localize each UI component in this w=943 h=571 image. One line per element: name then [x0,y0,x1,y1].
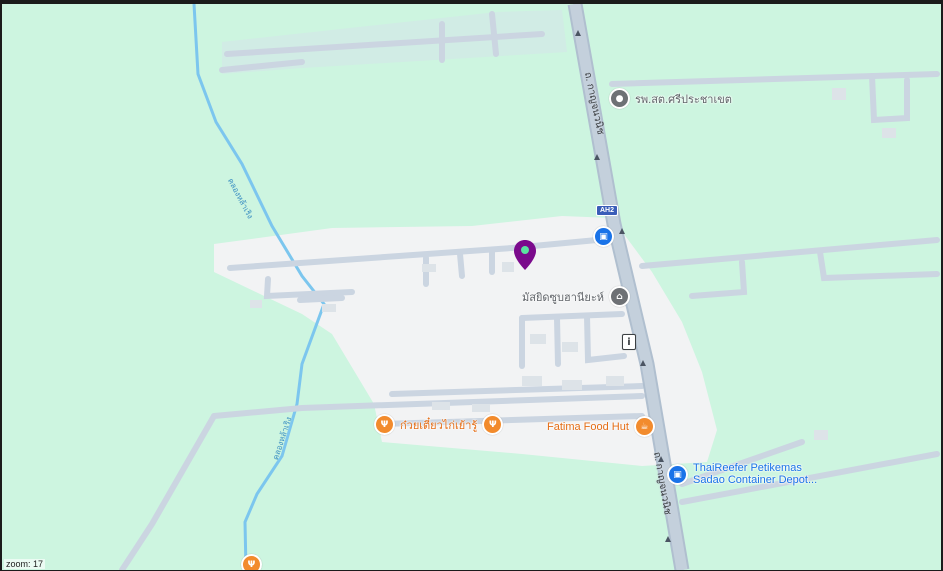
poi-thaireefer-label-line1: ThaiReefer Petikemas [693,462,802,474]
poi-info[interactable]: i [622,334,636,350]
poi-transit-top[interactable]: ▣ [593,226,614,247]
info-icon: i [622,334,636,350]
depot-lock-icon: ▣ [667,464,688,485]
poi-thaireefer-label: ThaiReefer Petikemas Sadao Container Dep… [693,462,817,486]
location-marker-icon[interactable] [514,240,536,275]
cafe-icon: ☕ [633,416,655,437]
map-canvas[interactable]: ถ. กาญจนวนิช ถ. กาญจนวนิช AH2 คลองหล้าเร… [2,4,941,570]
ah2-shield: AH2 [596,205,619,216]
poi-thaireefer[interactable]: ▣ ThaiReefer Petikemas Sadao Container D… [667,462,817,486]
poi-thaireefer-label-line2: Sadao Container Depot... [693,474,818,486]
poi-mosque-label: มัสยิดซูบฮานียะห์ [522,291,605,304]
hospital-pin-icon: ● [609,88,630,109]
lock-icon: ▣ [593,226,614,247]
zoom-level-readout: zoom: 17 [4,559,46,569]
restaurant-icon: Ψ [482,414,504,435]
poi-restaurant-bottom[interactable]: Ψ [241,554,262,570]
map-window: ถ. กาญจนวนิช ถ. กาญจนวนิช AH2 คลองหล้าเร… [0,0,943,571]
poi-hospital-label: รพ.สต.ศรีประชาเขต [635,93,732,106]
poi-noodle-label: ก๋วยเตี๋ยวไก่เย้ารู้ [400,419,478,432]
mosque-icon: ⌂ [609,286,631,307]
restaurant-icon: Ψ [374,414,395,435]
poi-mosque[interactable]: มัสยิดซูบฮานียะห์ ⌂ [522,286,631,307]
poi-fatima[interactable]: Fatima Food Hut ☕ [547,416,655,437]
poi-noodle[interactable]: Ψ ก๋วยเตี๋ยวไก่เย้ารู้ Ψ [374,414,504,435]
restaurant-icon: Ψ [241,554,262,570]
poi-hospital[interactable]: ● รพ.สต.ศรีประชาเขต [609,88,732,109]
poi-fatima-label: Fatima Food Hut [547,420,629,433]
